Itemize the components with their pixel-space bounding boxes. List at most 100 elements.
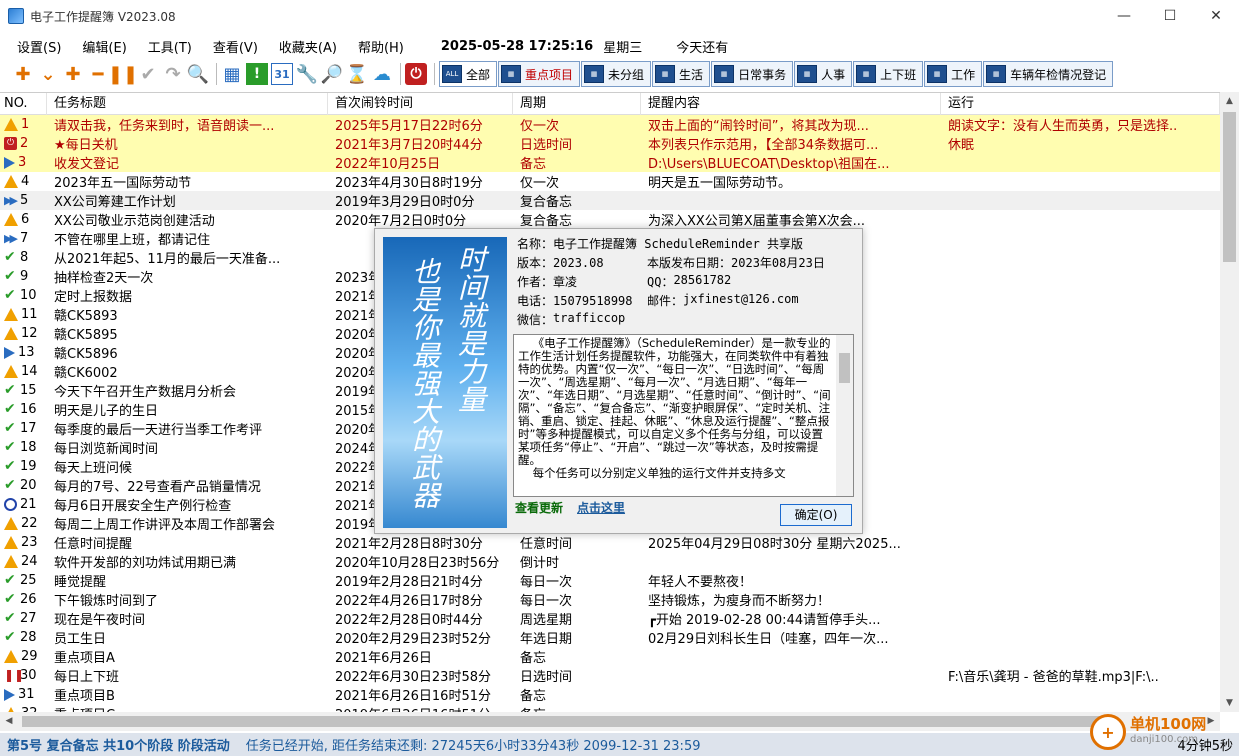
maximize-button[interactable]: ☐ [1147,0,1193,32]
check-icon: ✔ [4,573,16,588]
watermark: + 单机100网 danji100.com [1090,712,1239,752]
description-scrollbar[interactable] [836,335,853,496]
column-header-period[interactable]: 周期 [513,93,641,115]
category-hr[interactable]: ▦ 人事 [794,61,853,87]
cell-title: XX公司敬业示范岗创建活动 [54,214,215,229]
add-sub-icon[interactable]: ✚ [62,63,84,85]
column-header-first-alarm[interactable]: 首次闹铃时间 [328,93,513,115]
hourglass-icon[interactable]: ⌛ [346,63,368,85]
cell-title: 赣CK5893 [54,309,118,324]
menu-edit[interactable]: 编辑(E) [82,37,126,56]
column-header-content[interactable]: 提醒内容 [641,93,941,115]
column-header-title[interactable]: 任务标题 [47,93,328,115]
horizontal-scrollbar[interactable]: ◀ ▶ [0,712,1220,731]
check-icon: ✔ [4,592,16,607]
cell-first-alarm: 2020年10月28日23时56分 [335,556,500,571]
vertical-scrollbar[interactable]: ▲ ▼ [1220,92,1239,712]
category-all[interactable]: ALL 全部 [439,61,498,87]
cell-title: 收发文登记 [54,157,120,172]
ok-button[interactable]: 确定(O) [780,504,852,526]
table-row[interactable]: 31 重点项目B 2021年6月26日16时51分 备忘 [0,685,1220,704]
menu-favorites[interactable]: 收藏夹(A) [279,37,337,56]
table-row[interactable]: 32重点项目C2019年6月26日16时51分备忘 [0,704,1220,712]
cell-period: 仅一次 [520,119,560,134]
clock-icon [4,498,17,511]
cell-period: 备忘 [520,689,547,704]
category-icon: ▦ [986,65,1007,83]
category-vehicle-inspection[interactable]: ▦ 车辆年检情况登记 [983,61,1114,87]
check-update-link[interactable]: 查看更新 [515,499,563,516]
power-icon[interactable]: ⏻ [405,63,427,85]
menu-view[interactable]: 查看(V) [213,37,258,56]
category-ungrouped[interactable]: ▦ 未分组 [581,61,652,87]
table-row[interactable]: 29 重点项目A 2021年6月26日 备忘 [0,647,1220,666]
cell-no: ✔ 27 [0,611,47,626]
category-work[interactable]: ▦ 工作 [924,61,983,87]
about-description[interactable]: 《电子工作提醒簿》（ScheduleReminder）是一款专业的工作生活计划任… [513,334,854,497]
redo-icon[interactable]: ↷ [162,63,184,85]
down-icon[interactable]: ⌄ [37,63,59,85]
magnify-doc-icon[interactable]: 🔎 [321,63,343,85]
category-icon: ▦ [584,65,605,83]
weather-icon[interactable]: ☁ [371,63,393,85]
author-label: 作者： [517,275,554,289]
category-icon: ▦ [655,65,676,83]
category-commute[interactable]: ▦ 上下班 [853,61,924,87]
close-button[interactable]: ✕ [1193,0,1239,32]
menu-settings[interactable]: 设置(S) [17,37,61,56]
cell-no: ✔ 18 [0,440,47,455]
click-here-link[interactable]: 点击这里 [577,499,625,516]
table-row[interactable]: 6 XX公司敬业示范岗创建活动 2020年7月2日0时0分 复合备忘 为深入XX公司第… [0,210,1220,229]
table-row[interactable]: ❚❚ 30 每日上下班 2022年6月30日23时58分 日选时间 F:\音乐\龚玥 - … [0,666,1220,685]
pause-icon[interactable]: ❚❚ [108,63,138,85]
table-row[interactable]: ✔ 27 现在是午夜时间 2022年2月28日0时44分 周选星期 ┏开始 2019-02… [0,609,1220,628]
category-life[interactable]: ▦ 生活 [652,61,711,87]
row-number: 17 [20,421,37,436]
menu-tools[interactable]: 工具(T) [148,37,192,56]
check-icon: ✔ [4,269,16,284]
scroll-left-icon[interactable]: ◀ [0,712,18,731]
row-number: 8 [20,250,29,265]
column-header-run[interactable]: 运行 [941,93,1220,115]
table-row[interactable]: 4 2023年五一国际劳动节 2023年4月30日8时19分 仅一次 明天是五一国际劳动… [0,172,1220,191]
cell-first-alarm: 2021年3月7日20时44分 [335,138,483,153]
banner-line-1: 时间就是力量 [454,245,487,413]
scroll-up-icon[interactable]: ▲ [1220,92,1239,110]
minus-icon[interactable]: ━ [87,63,109,85]
table-row[interactable]: ⏻ 2 ★每日关机 2021年3月7日20时44分 日选时间 本列表只作示范用，【全部34… [0,134,1220,153]
wrench-icon[interactable]: 🔧 [296,63,318,85]
scroll-thumb[interactable] [1223,112,1236,262]
scroll-thumb[interactable] [22,716,1102,727]
scroll-down-icon[interactable]: ▼ [1220,694,1239,712]
row-number: 18 [20,440,37,455]
search-icon[interactable]: 🔍 [187,63,209,85]
check-icon[interactable]: ✔ [137,63,159,85]
row-number: 13 [18,345,35,360]
description-text: 《电子工作提醒簿》（ScheduleReminder）是一款专业的工作生活计划任… [518,336,831,480]
cell-title: 赣CK5896 [54,347,118,362]
table-row[interactable]: 23 任意时间提醒 2021年2月28日8时30分 任意时间 2025年04月29日08… [0,533,1220,552]
table-row[interactable]: ✔ 25 睡觉提醒 2019年2月28日21时4分 每日一次 年轻人不要熬夜！ [0,571,1220,590]
table-row[interactable]: 3 收发文登记 2022年10月25日 备忘 D:\Users\BLUECOAT\Des… [0,153,1220,172]
cell-no: 12 [0,326,47,341]
minimize-button[interactable]: — [1101,0,1147,32]
status-task-info: 第5号 复合备忘 共10个阶段 阶段活动 [7,739,230,754]
cell-period: 备忘 [520,157,547,172]
category-daily[interactable]: ▦ 日常事务 [711,61,794,87]
cell-content: 02月29日刘科长生日（哇塞，四年一次... [648,632,889,647]
table-row[interactable]: ▶▶ 5 XX公司筹建工作计划 2019年3月29日0时0分 复合备忘 [0,191,1220,210]
table-row[interactable]: 24 软件开发部的刘功炜试用期已满 2020年10月28日23时56分 倒计时 [0,552,1220,571]
calendar-31-icon[interactable]: 31 [271,63,293,85]
row-number: 20 [20,478,37,493]
table-row[interactable]: ✔ 28 员工生日 2020年2月29日23时52分 年选日期 02月29日刘科长生日（哇… [0,628,1220,647]
table-row[interactable]: 1 请双击我，任务来到时，语音朗读一... 2025年5月17日22时6分 仅一次 双击… [0,115,1220,134]
column-header-no[interactable]: NO. [0,93,47,115]
menu-help[interactable]: 帮助(H) [358,37,404,56]
calendar-icon[interactable]: ▦ [221,63,243,85]
alert-icon[interactable]: ! [246,63,268,85]
row-number: 3 [18,155,27,170]
add-icon[interactable]: ✚ [12,63,34,85]
category-key-projects[interactable]: ▦ 重点项目 [498,61,581,87]
scroll-thumb[interactable] [839,353,850,383]
table-row[interactable]: ✔ 26 下午锻炼时间到了 2022年4月26日17时8分 每日一次 坚持锻炼，为瘦身而不… [0,590,1220,609]
